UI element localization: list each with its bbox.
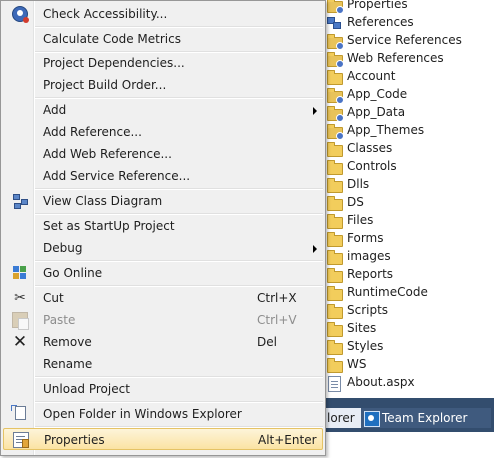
folder-icon: [326, 231, 343, 247]
references-icon: [326, 15, 342, 29]
tree-item-sites[interactable]: Sites: [323, 319, 494, 337]
menu-item-rename[interactable]: Rename: [3, 353, 323, 375]
menu-item-go-online[interactable]: Go Online: [3, 262, 323, 284]
menu-item-add-reference[interactable]: Add Reference...: [3, 121, 323, 143]
web-references-icon: [326, 51, 344, 68]
menu-item-project-dependencies[interactable]: Project Dependencies...: [3, 52, 323, 74]
tree-item-runtimecode[interactable]: RuntimeCode: [323, 283, 494, 301]
folder-icon: [326, 321, 343, 337]
accessibility-icon: [12, 6, 29, 23]
folder-icon: [326, 123, 344, 140]
menu-item-add-web-reference[interactable]: Add Web Reference...: [3, 143, 323, 165]
menu-item-check-accessibility[interactable]: Check Accessibility...: [3, 3, 323, 25]
menu-item-add-service-reference[interactable]: Add Service Reference...: [3, 165, 323, 187]
service-references-icon: [326, 33, 344, 50]
tree-item-forms[interactable]: Forms: [323, 229, 494, 247]
tab-team-explorer[interactable]: Team Explorer: [361, 408, 491, 428]
tree-item-about-aspx[interactable]: About.aspx: [323, 373, 494, 392]
tree-item-controls[interactable]: Controls: [323, 157, 494, 175]
menu-item-project-build-order[interactable]: Project Build Order...: [3, 74, 323, 96]
tree-item-account[interactable]: Account: [323, 67, 494, 85]
tree-item-files[interactable]: Files: [323, 211, 494, 229]
tree-item-app-code[interactable]: App_Code: [323, 85, 494, 104]
folder-icon: [326, 195, 343, 211]
menu-item-set-startup-project[interactable]: Set as StartUp Project: [3, 215, 323, 237]
properties-icon: [13, 432, 29, 448]
submenu-arrow-icon: [313, 107, 317, 115]
menu-item-paste[interactable]: Paste Ctrl+V: [3, 309, 323, 331]
solution-explorer-tree: Properties References Service References…: [323, 0, 494, 398]
folder-icon: [326, 339, 343, 355]
menu-item-add[interactable]: Add: [3, 99, 323, 121]
folder-icon: [326, 105, 344, 122]
project-context-menu: Check Accessibility... Calculate Code Me…: [0, 0, 326, 456]
paste-icon: [12, 312, 29, 330]
tree-item-service-references[interactable]: Service References: [323, 31, 494, 50]
menu-item-view-class-diagram[interactable]: View Class Diagram: [3, 190, 323, 212]
aspx-page-icon: [326, 375, 342, 392]
team-explorer-icon: [364, 411, 380, 427]
folder-icon: [326, 87, 344, 104]
folder-icon: [326, 213, 343, 229]
tree-item-reports[interactable]: Reports: [323, 265, 494, 283]
tree-item-ws[interactable]: WS: [323, 355, 494, 373]
folder-icon: [326, 177, 343, 193]
tree-item-classes[interactable]: Classes: [323, 139, 494, 157]
folder-icon: [326, 159, 343, 175]
folder-icon: [326, 303, 343, 319]
tree-item-references[interactable]: References: [323, 13, 494, 31]
remove-icon: ✕: [12, 332, 28, 352]
tree-item-styles[interactable]: Styles: [323, 337, 494, 355]
menu-item-open-folder-in-windows-explorer[interactable]: Open Folder in Windows Explorer: [3, 403, 323, 425]
tree-item-ds[interactable]: DS: [323, 193, 494, 211]
properties-folder-icon: [326, 0, 344, 14]
submenu-arrow-icon: [313, 245, 317, 253]
folder-icon: [326, 285, 343, 301]
folder-icon: [326, 141, 343, 157]
panel-background: [323, 432, 494, 458]
class-diagram-icon: [12, 193, 28, 209]
scissors-icon: ✂: [14, 290, 26, 306]
menu-item-calculate-code-metrics[interactable]: Calculate Code Metrics: [3, 28, 323, 50]
tree-item-app-themes[interactable]: App_Themes: [323, 121, 494, 140]
tree-item-web-references[interactable]: Web References: [323, 49, 494, 68]
menu-item-debug[interactable]: Debug: [3, 237, 323, 259]
tree-item-app-data[interactable]: App_Data: [323, 103, 494, 122]
tree-item-images[interactable]: images: [323, 247, 494, 265]
folder-icon: [326, 69, 343, 85]
folder-icon: [326, 357, 343, 373]
folder-icon: [326, 267, 343, 283]
go-online-icon: [12, 265, 28, 281]
menu-item-properties[interactable]: Properties Alt+Enter: [3, 428, 323, 450]
tree-item-properties[interactable]: Properties: [323, 0, 494, 14]
tree-item-scripts[interactable]: Scripts: [323, 301, 494, 319]
menu-item-remove[interactable]: ✕ Remove Del: [3, 331, 323, 353]
tool-window-tab-bar: lorer Team Explorer: [323, 398, 494, 432]
menu-item-cut[interactable]: ✂ Cut Ctrl+X: [3, 287, 323, 309]
menu-item-unload-project[interactable]: Unload Project: [3, 378, 323, 400]
tab-solution-explorer[interactable]: lorer: [323, 408, 363, 428]
open-folder-icon: [11, 405, 26, 420]
folder-icon: [326, 249, 343, 265]
tree-item-dlls[interactable]: Dlls: [323, 175, 494, 193]
